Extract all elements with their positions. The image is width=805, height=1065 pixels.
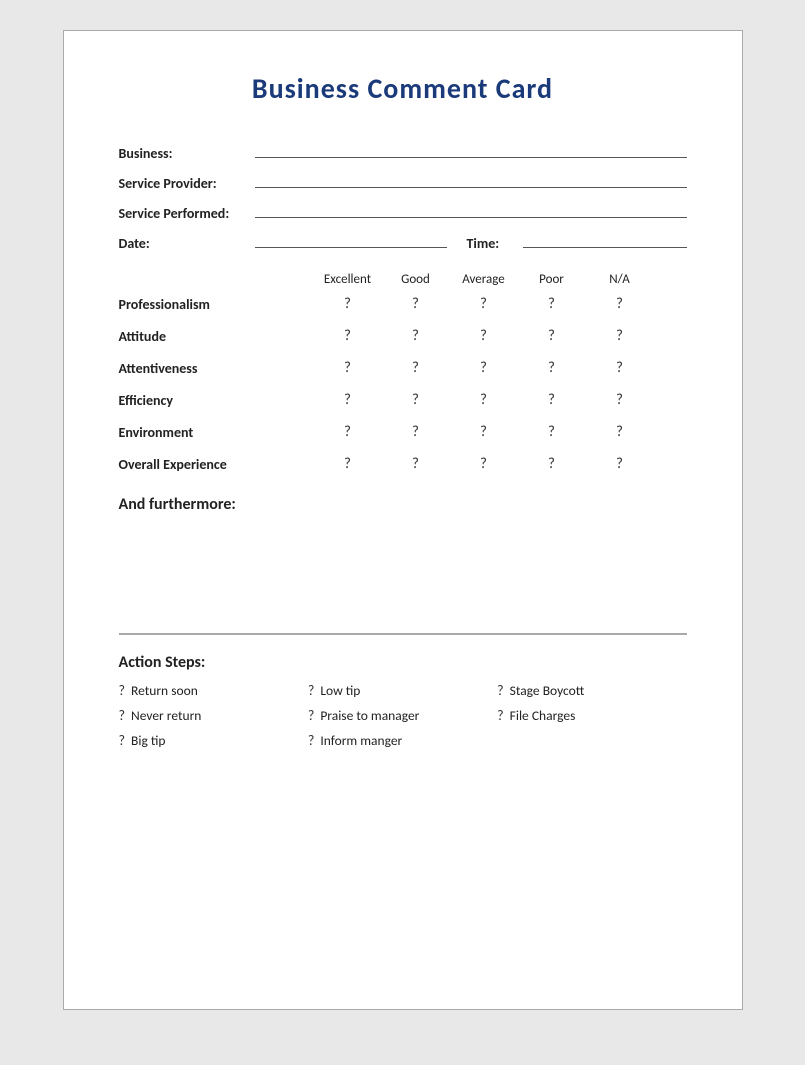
card-title: Business Comment Card: [119, 71, 687, 106]
rating-cell[interactable]: ?: [450, 295, 518, 313]
rating-cell[interactable]: ?: [382, 327, 450, 345]
rating-header-row: Excellent Good Average Poor N/A: [119, 272, 687, 287]
rating-cell[interactable]: ?: [586, 359, 654, 377]
action-item[interactable]: ? Stage Boycott: [497, 682, 686, 699]
action-item[interactable]: ? Praise to manager: [308, 707, 497, 724]
rating-cell[interactable]: ?: [382, 295, 450, 313]
action-item: [497, 732, 686, 749]
rating-cell[interactable]: ?: [450, 423, 518, 441]
rating-cell[interactable]: ?: [314, 327, 382, 345]
rating-row: Overall Experience?????: [119, 455, 687, 473]
rating-row: Attentiveness?????: [119, 359, 687, 377]
rating-row-label: Efficiency: [119, 392, 314, 409]
rating-cell[interactable]: ?: [450, 391, 518, 409]
rating-cell[interactable]: ?: [450, 327, 518, 345]
action-item-label: Inform manger: [320, 732, 402, 749]
rating-cell[interactable]: ?: [518, 391, 586, 409]
action-checkbox-icon[interactable]: ?: [308, 707, 315, 724]
header-good: Good: [382, 272, 450, 287]
action-checkbox-icon[interactable]: ?: [119, 707, 126, 724]
rating-cell[interactable]: ?: [586, 455, 654, 473]
action-item-label: Stage Boycott: [510, 682, 585, 699]
business-input[interactable]: [255, 142, 687, 158]
action-steps-section: Action Steps: ? Return soon? Low tip? Stage…: [119, 653, 687, 749]
comment-card: Business Comment Card Business: Service …: [63, 30, 743, 1010]
rating-cell[interactable]: ?: [382, 423, 450, 441]
action-item[interactable]: ? Low tip: [308, 682, 497, 699]
action-item-label: Return soon: [131, 682, 198, 699]
business-label: Business:: [119, 145, 249, 162]
rating-cell[interactable]: ?: [518, 455, 586, 473]
rating-section: Excellent Good Average Poor N/A Professi…: [119, 272, 687, 473]
header-poor: Poor: [518, 272, 586, 287]
service-provider-label: Service Provider:: [119, 175, 249, 192]
service-performed-field-row: Service Performed:: [119, 202, 687, 222]
rating-rows: Professionalism?????Attitude?????Attenti…: [119, 295, 687, 473]
rating-row-label: Overall Experience: [119, 456, 314, 473]
time-input[interactable]: [523, 232, 687, 248]
action-checkbox-icon[interactable]: ?: [497, 707, 504, 724]
rating-row-label: Environment: [119, 424, 314, 441]
comments-area[interactable]: [119, 524, 687, 634]
action-checkbox-icon[interactable]: ?: [119, 732, 126, 749]
action-item[interactable]: ? Big tip: [119, 732, 308, 749]
furthermore-section: And furthermore:: [119, 495, 687, 634]
action-item-label: Low tip: [320, 682, 360, 699]
action-item[interactable]: ? Return soon: [119, 682, 308, 699]
rating-cell[interactable]: ?: [382, 455, 450, 473]
rating-cell[interactable]: ?: [518, 423, 586, 441]
action-grid: ? Return soon? Low tip? Stage Boycott? Never…: [119, 682, 687, 749]
service-performed-input[interactable]: [255, 202, 687, 218]
action-steps-title: Action Steps:: [119, 653, 687, 672]
rating-cell[interactable]: ?: [314, 359, 382, 377]
action-item[interactable]: ? Inform manger: [308, 732, 497, 749]
service-performed-label: Service Performed:: [119, 205, 249, 222]
rating-row: Efficiency?????: [119, 391, 687, 409]
action-checkbox-icon[interactable]: ?: [308, 682, 315, 699]
action-item[interactable]: ? Never return: [119, 707, 308, 724]
action-item-label: Praise to manager: [320, 707, 419, 724]
rating-cell[interactable]: ?: [450, 359, 518, 377]
header-excellent: Excellent: [314, 272, 382, 287]
rating-cell[interactable]: ?: [518, 327, 586, 345]
service-provider-field-row: Service Provider:: [119, 172, 687, 192]
action-checkbox-icon[interactable]: ?: [119, 682, 126, 699]
rating-cell[interactable]: ?: [382, 391, 450, 409]
header-na: N/A: [586, 272, 654, 287]
rating-row: Attitude?????: [119, 327, 687, 345]
divider: [119, 634, 687, 635]
rating-row: Professionalism?????: [119, 295, 687, 313]
service-provider-input[interactable]: [255, 172, 687, 188]
furthermore-title: And furthermore:: [119, 495, 687, 514]
business-field-row: Business:: [119, 142, 687, 162]
date-time-row: Date: Time:: [119, 232, 687, 252]
action-item-label: Big tip: [131, 732, 165, 749]
date-input[interactable]: [255, 232, 447, 248]
time-label: Time:: [467, 235, 517, 252]
rating-cell[interactable]: ?: [518, 295, 586, 313]
rating-cell[interactable]: ?: [314, 391, 382, 409]
rating-row-label: Professionalism: [119, 296, 314, 313]
rating-row-label: Attitude: [119, 328, 314, 345]
rating-row-label: Attentiveness: [119, 360, 314, 377]
rating-cell[interactable]: ?: [314, 423, 382, 441]
rating-row: Environment?????: [119, 423, 687, 441]
action-checkbox-icon[interactable]: ?: [308, 732, 315, 749]
rating-cell[interactable]: ?: [586, 423, 654, 441]
rating-cell[interactable]: ?: [586, 295, 654, 313]
rating-cell[interactable]: ?: [382, 359, 450, 377]
header-average: Average: [450, 272, 518, 287]
action-item-label: File Charges: [510, 707, 576, 724]
action-checkbox-icon[interactable]: ?: [497, 682, 504, 699]
date-label: Date:: [119, 235, 249, 252]
action-item-label: Never return: [131, 707, 201, 724]
action-item[interactable]: ? File Charges: [497, 707, 686, 724]
rating-cell[interactable]: ?: [450, 455, 518, 473]
rating-cell[interactable]: ?: [586, 391, 654, 409]
rating-cell[interactable]: ?: [314, 295, 382, 313]
rating-cell[interactable]: ?: [314, 455, 382, 473]
rating-cell[interactable]: ?: [586, 327, 654, 345]
rating-cell[interactable]: ?: [518, 359, 586, 377]
